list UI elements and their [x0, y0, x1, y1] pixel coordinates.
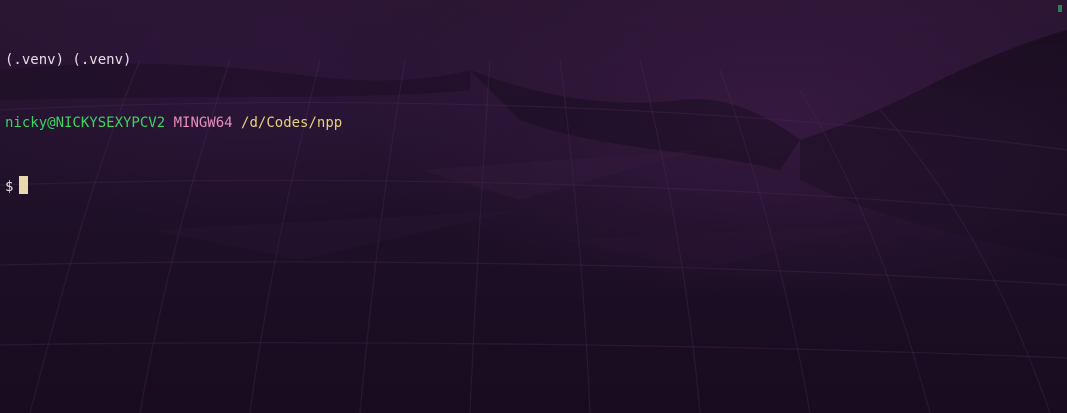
terminal-window[interactable]: (.venv) (.venv) nicky@NICKYSEXYPCV2 MING… — [0, 0, 1067, 413]
command-line[interactable]: $ — [5, 176, 342, 197]
scroll-indicator[interactable] — [1058, 5, 1062, 12]
text-cursor[interactable] — [19, 176, 29, 194]
user-host: nicky@NICKYSEXYPCV2 — [5, 115, 166, 131]
terminal-output[interactable]: (.venv) (.venv) nicky@NICKYSEXYPCV2 MING… — [5, 8, 342, 239]
venv-line: (.venv) (.venv) — [5, 50, 342, 71]
prompt-info-line: nicky@NICKYSEXYPCV2 MINGW64 /d/Codes/npp — [5, 113, 342, 134]
system-name: MINGW64 — [173, 115, 233, 131]
venv-indicator: (.venv) (.venv) — [5, 52, 132, 68]
current-path: /d/Codes/npp — [241, 115, 343, 131]
prompt-symbol: $ — [5, 179, 14, 195]
